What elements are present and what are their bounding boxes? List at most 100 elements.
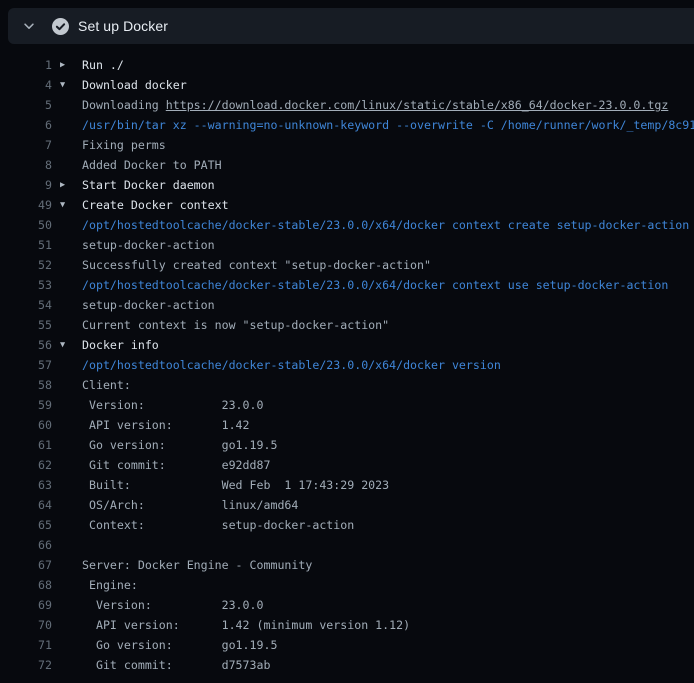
log-line-number[interactable]: 59 <box>0 395 52 415</box>
log-line-number[interactable]: 67 <box>0 555 52 575</box>
log-line: 61 Go version: go1.19.5 <box>0 435 694 455</box>
log-line-number[interactable]: 4 <box>0 75 52 95</box>
log-line-number[interactable]: 1 <box>0 55 52 75</box>
log-text: Server: Docker Engine - Community <box>82 555 312 575</box>
log-line-number[interactable]: 57 <box>0 355 52 375</box>
actions-log-page: Set up Docker 1▶Run ./4▼Download docker5… <box>0 0 694 683</box>
log-text: Added Docker to PATH <box>82 155 222 175</box>
log-line-number[interactable]: 55 <box>0 315 52 335</box>
log-line-number[interactable]: 70 <box>0 615 52 635</box>
group-title: Run ./ <box>82 55 124 75</box>
log-text: Git commit: d7573ab <box>82 655 270 675</box>
log-line: 66 <box>0 535 694 555</box>
log-line-number[interactable]: 53 <box>0 275 52 295</box>
log-line: 60 API version: 1.42 <box>0 415 694 435</box>
gutter-spacer <box>52 415 82 435</box>
log-line-number[interactable]: 54 <box>0 295 52 315</box>
gutter-spacer <box>52 515 82 535</box>
log-line: 67 Server: Docker Engine - Community <box>0 555 694 575</box>
log-line-number[interactable]: 52 <box>0 255 52 275</box>
log-line-number[interactable]: 72 <box>0 655 52 675</box>
log-line-number[interactable]: 51 <box>0 235 52 255</box>
gutter-spacer <box>52 315 82 335</box>
log-group-line[interactable]: 9▶Start Docker daemon <box>0 175 694 195</box>
gutter-spacer <box>52 435 82 455</box>
log-text: setup-docker-action <box>82 295 215 315</box>
log-line-number[interactable]: 7 <box>0 135 52 155</box>
log-group-line[interactable]: 56▼Docker info <box>0 335 694 355</box>
log-text: /opt/hostedtoolcache/docker-stable/23.0.… <box>82 275 668 295</box>
log-line: 57/opt/hostedtoolcache/docker-stable/23.… <box>0 355 694 375</box>
log-line: 51 setup-docker-action <box>0 235 694 255</box>
group-title: Start Docker daemon <box>82 175 215 195</box>
log-line: 55Current context is now "setup-docker-a… <box>0 315 694 335</box>
gutter-spacer <box>52 255 82 275</box>
log-text: Git commit: e92dd87 <box>82 455 270 475</box>
log-group-line[interactable]: 4▼Download docker <box>0 75 694 95</box>
log-text: Context: setup-docker-action <box>82 515 354 535</box>
log-line-number[interactable]: 56 <box>0 335 52 355</box>
log-line-number[interactable]: 60 <box>0 415 52 435</box>
log-line-number[interactable]: 50 <box>0 215 52 235</box>
log-line-number[interactable]: 61 <box>0 435 52 455</box>
log-line-number[interactable]: 64 <box>0 495 52 515</box>
log-line: 69 Version: 23.0.0 <box>0 595 694 615</box>
gutter-spacer <box>52 595 82 615</box>
log-line: 53/opt/hostedtoolcache/docker-stable/23.… <box>0 275 694 295</box>
log-line: 65 Context: setup-docker-action <box>0 515 694 535</box>
step-header[interactable]: Set up Docker <box>8 8 694 44</box>
log-group-line[interactable]: 49▼Create Docker context <box>0 195 694 215</box>
log-line-number[interactable]: 8 <box>0 155 52 175</box>
log-text: OS/Arch: linux/amd64 <box>82 495 298 515</box>
log-line-number[interactable]: 62 <box>0 455 52 475</box>
log-text: /opt/hostedtoolcache/docker-stable/23.0.… <box>82 215 689 235</box>
group-collapsed-icon: ▶ <box>52 55 82 75</box>
log-line: 50/opt/hostedtoolcache/docker-stable/23.… <box>0 215 694 235</box>
log-line-number[interactable]: 69 <box>0 595 52 615</box>
group-title: Docker info <box>82 335 159 355</box>
log-text: Successfully created context "setup-dock… <box>82 255 431 275</box>
gutter-spacer <box>52 215 82 235</box>
log-line-number[interactable]: 63 <box>0 475 52 495</box>
log-line: 72 Git commit: d7573ab <box>0 655 694 675</box>
gutter-spacer <box>52 455 82 475</box>
gutter-spacer <box>52 575 82 595</box>
log-line-number[interactable]: 6 <box>0 115 52 135</box>
group-title: Download docker <box>82 75 187 95</box>
log-line-number[interactable]: 5 <box>0 95 52 115</box>
log-line: 63 Built: Wed Feb 1 17:43:29 2023 <box>0 475 694 495</box>
log-text: setup-docker-action <box>82 235 215 255</box>
group-expanded-icon: ▼ <box>52 335 82 355</box>
log-line: 62 Git commit: e92dd87 <box>0 455 694 475</box>
log-link[interactable]: https://download.docker.com/linux/static… <box>166 95 669 115</box>
log-text: Version: 23.0.0 <box>82 595 263 615</box>
gutter-spacer <box>52 375 82 395</box>
log-viewer: 1▶Run ./4▼Download docker5Downloading ht… <box>0 55 694 675</box>
log-line: 54 setup-docker-action <box>0 295 694 315</box>
log-text: Built: Wed Feb 1 17:43:29 2023 <box>82 475 389 495</box>
log-line-number[interactable]: 58 <box>0 375 52 395</box>
group-expanded-icon: ▼ <box>52 75 82 95</box>
log-text: Engine: <box>82 575 138 595</box>
gutter-spacer <box>52 475 82 495</box>
log-line-number[interactable]: 66 <box>0 535 52 555</box>
log-text: Fixing perms <box>82 135 166 155</box>
log-text: Client: <box>82 375 131 395</box>
log-line: 64 OS/Arch: linux/amd64 <box>0 495 694 515</box>
gutter-spacer <box>52 395 82 415</box>
gutter-spacer <box>52 95 82 115</box>
log-line-number[interactable]: 65 <box>0 515 52 535</box>
log-line: 68 Engine: <box>0 575 694 595</box>
log-line-number[interactable]: 71 <box>0 635 52 655</box>
log-line: 58 Client: <box>0 375 694 395</box>
log-line-number[interactable]: 9 <box>0 175 52 195</box>
group-title: Create Docker context <box>82 195 229 215</box>
log-text: Version: 23.0.0 <box>82 395 263 415</box>
log-line-number[interactable]: 49 <box>0 195 52 215</box>
log-line: 71 Go version: go1.19.5 <box>0 635 694 655</box>
log-text: API version: 1.42 <box>82 415 250 435</box>
log-text: /opt/hostedtoolcache/docker-stable/23.0.… <box>82 355 501 375</box>
log-group-line[interactable]: 1▶Run ./ <box>0 55 694 75</box>
log-line-number[interactable]: 68 <box>0 575 52 595</box>
gutter-spacer <box>52 155 82 175</box>
